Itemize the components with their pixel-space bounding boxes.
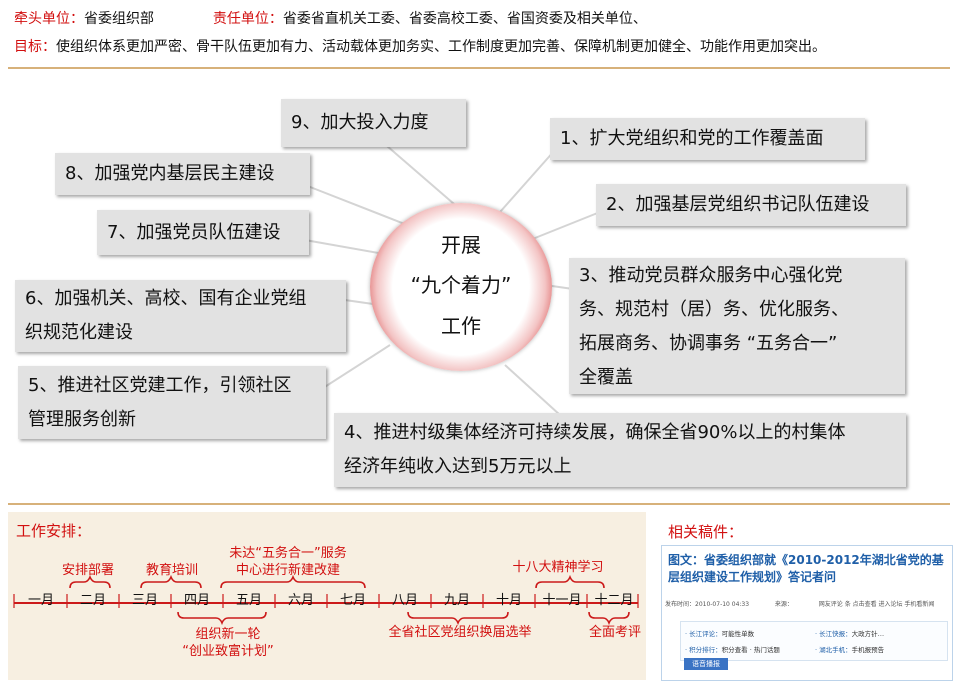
month-4: 四月 <box>183 593 210 608</box>
item-box-5: 5、推进社区党建工作，引领社区 管理服务创新 <box>18 366 326 439</box>
annotation-service-center-line-1: 未达“五务合一”服务 <box>229 546 347 561</box>
month-12: 十二月 <box>594 593 634 608</box>
item-box-9: 9、加大投入力度 <box>281 99 466 147</box>
annotation-service-center-line-2: 中心进行新建改建 <box>235 563 340 578</box>
month-8: 八月 <box>391 593 418 608</box>
annotation-entrepreneurship-line-2: “创业致富计划” <box>182 644 274 659</box>
related-links-box: · 长江评论：可能性单数 · 长江快报：大政方针… · 积分排行：积分查看 · … <box>680 621 948 661</box>
item-box-2: 2、加强基层党组织书记队伍建设 <box>596 184 906 226</box>
item-box-8: 8、加强党内基层民主建设 <box>55 153 310 195</box>
item-box-7: 7、加强党员队伍建设 <box>97 210 309 255</box>
meta-publish-time: 发布时间：2010-07-10 04:33 <box>665 601 750 608</box>
related-article-title[interactable]: 图文：省委组织部就《2010-2012年湖北省党的基层组织建设工作规划》答记者问 <box>668 552 948 586</box>
link-2-label[interactable]: · 长江快报： <box>815 630 852 638</box>
related-article-meta: 发布时间：2010-07-10 04:33 来源： 网友评论 条 点击查看 进入… <box>665 599 949 608</box>
item-3-line-3: 拓展商务、协调事务 “五务合一” <box>579 333 838 354</box>
item-5-line-2: 管理服务创新 <box>28 408 136 430</box>
item-5-text: 5、推进社区党建工作，引领社区 管理服务创新 <box>28 369 291 437</box>
related-title: 相关稿件： <box>668 523 744 541</box>
month-3: 三月 <box>131 593 158 608</box>
related-link-row-2[interactable]: · 长江快报：大政方针… <box>815 628 884 638</box>
annotation-18th-congress-study: 十八大精神学习 <box>512 560 604 575</box>
annotation-community-election: 全省社区党组织换届选举 <box>388 625 532 640</box>
item-3-line-4: 全覆盖 <box>579 367 633 388</box>
link-1-label[interactable]: · 长江评论： <box>685 630 722 638</box>
link-2-text[interactable]: 大政方针… <box>852 630 885 638</box>
related-article-thumbnail[interactable]: 图文：省委组织部就《2010-2012年湖北省党的基层组织建设工作规划》答记者问… <box>661 545 953 681</box>
bottom-divider <box>8 503 950 505</box>
item-3-line-1: 3、推动党员群众服务中心强化党 <box>579 265 843 286</box>
annotation-service-center: 未达“五务合一”服务 中心进行新建改建 <box>208 545 368 579</box>
month-5: 五月 <box>235 593 262 608</box>
voice-broadcast-button[interactable]: 语音播报 <box>684 658 728 670</box>
annotation-overall-evaluation: 全面考评 <box>588 625 641 640</box>
item-3-line-2: 务、规范村（居）务、优化服务、 <box>579 299 849 320</box>
month-1: 一月 <box>27 593 54 608</box>
month-6: 六月 <box>287 593 314 608</box>
link-3-label[interactable]: · 积分排行： <box>685 646 722 654</box>
related-link-row-3[interactable]: · 积分排行：积分查看 · 热门话题 <box>685 644 780 654</box>
item-box-3: 3、推动党员群众服务中心强化党 务、规范村（居）务、优化服务、 拓展商务、协调事… <box>569 258 905 394</box>
item-5-line-1: 5、推进社区党建工作，引领社区 <box>28 374 292 396</box>
center-circle: 开展 “九个着力” 工作 <box>370 203 552 371</box>
link-3-text[interactable]: 积分查看 · 热门话题 <box>722 646 780 654</box>
related-link-row-4[interactable]: · 湖北手机：手机报预告 <box>815 644 884 654</box>
item-4-line-2: 经济年纯收入达到5万元以上 <box>344 456 572 477</box>
month-7: 七月 <box>339 593 366 608</box>
item-box-4: 4、推进村级集体经济可持续发展，确保全省90%以上的村集体 经济年纯收入达到5万… <box>334 413 906 487</box>
item-6-line-2: 织规范化建设 <box>25 322 133 343</box>
brace-above-nov-dec <box>535 574 605 589</box>
month-10: 十月 <box>495 593 522 608</box>
item-9-text: 9、加大投入力度 <box>291 112 429 133</box>
item-1-text: 1、扩大党组织和党的工作覆盖面 <box>560 128 824 149</box>
month-9: 九月 <box>443 593 470 608</box>
month-11: 十一月 <box>542 593 582 608</box>
meta-source: 来源： <box>774 601 793 608</box>
item-6-text: 6、加强机关、高校、国有企业党组 织规范化建设 <box>25 282 306 350</box>
center-line-2: “九个着力” <box>410 273 512 297</box>
item-4-line-1: 4、推进村级集体经济可持续发展，确保全省90%以上的村集体 <box>344 422 846 443</box>
meta-actions[interactable]: 网友评论 条 点击查看 进入论坛 手机看新闻 <box>819 601 935 608</box>
item-box-1: 1、扩大党组织和党的工作覆盖面 <box>550 118 865 160</box>
brace-below-dec <box>588 611 630 626</box>
item-7-text: 7、加强党员队伍建设 <box>107 221 281 243</box>
item-3-text: 3、推动党员群众服务中心强化党 务、规范村（居）务、优化服务、 拓展商务、协调事… <box>579 259 849 395</box>
annotation-training: 教育培训 <box>145 563 198 578</box>
item-6-line-1: 6、加强机关、高校、国有企业党组 <box>25 288 307 309</box>
link-4-label[interactable]: · 湖北手机： <box>815 646 852 654</box>
brace-below-apr-may <box>177 611 267 626</box>
item-box-6: 6、加强机关、高校、国有企业党组 织规范化建设 <box>15 280 346 352</box>
brace-below-sep <box>407 611 509 626</box>
center-line-1: 开展 <box>441 233 481 257</box>
annotation-entrepreneurship-line-1: 组织新一轮 <box>195 627 261 642</box>
link-1-text[interactable]: 可能性单数 <box>722 630 755 638</box>
month-2: 二月 <box>79 593 106 608</box>
schedule-panel: 工作安排： 一月 二月 三月 四月 五月 六月 七月 八月 九月 十月 十一月 … <box>8 512 646 680</box>
center-line-3: 工作 <box>441 314 481 338</box>
item-8-text: 8、加强党内基层民主建设 <box>65 163 275 184</box>
item-2-text: 2、加强基层党组织书记队伍建设 <box>606 194 870 215</box>
annotation-arrangement: 安排部署 <box>61 563 114 578</box>
annotation-entrepreneurship-plan: 组织新一轮 “创业致富计划” <box>168 626 288 660</box>
related-link-row-1[interactable]: · 长江评论：可能性单数 <box>685 628 754 638</box>
item-4-text: 4、推进村级集体经济可持续发展，确保全省90%以上的村集体 经济年纯收入达到5万… <box>344 416 845 484</box>
link-4-text[interactable]: 手机报预告 <box>852 646 885 654</box>
